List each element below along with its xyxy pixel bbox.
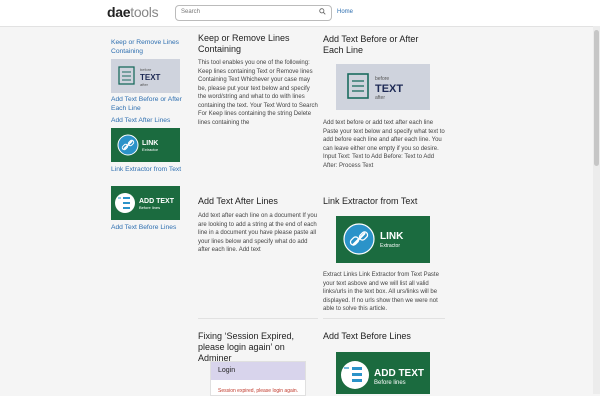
- thumb-add-text-before[interactable]: ADD TEXT Before lines: [111, 186, 180, 220]
- thumb-text-label: TEXT: [140, 73, 161, 82]
- logo-sub: tools: [130, 4, 159, 20]
- card-desc-link-extractor: Extract Links Link Extractor from Text P…: [323, 272, 439, 312]
- card-text-label: TEXT: [375, 83, 403, 95]
- search-icon[interactable]: [319, 8, 326, 15]
- card-title-session-expired[interactable]: Fixing ‘Session Expired, please login ag…: [198, 331, 316, 364]
- sidebar-item-add-before[interactable]: Add Text Before Lines: [111, 223, 186, 232]
- login-preview-error: Session expired, please login again.: [218, 388, 299, 394]
- thumb-after-label: after: [140, 82, 149, 87]
- card-extractor-label: Extractor: [380, 243, 400, 249]
- thumb-addtext-label: ADD TEXT: [139, 198, 175, 205]
- sidebar-item-keep-remove[interactable]: Keep or Remove Lines Containing: [111, 38, 186, 56]
- sidebar-item-add-after[interactable]: Add Text After Lines: [111, 116, 186, 125]
- card-image-link-extractor[interactable]: LINK Extractor: [336, 216, 430, 263]
- logo-main: dae: [107, 4, 131, 20]
- thumb-beforelines-label: Before lines: [139, 205, 160, 210]
- sidebar-item-add-before-after[interactable]: Add Text Before or After Each Line: [111, 95, 186, 113]
- card-desc-add-after: Add text after each line on a document I…: [198, 213, 318, 253]
- card-title-add-before[interactable]: Add Text Before Lines: [323, 331, 441, 342]
- card-after-label: after: [375, 95, 385, 101]
- login-preview-header: Login: [211, 362, 305, 380]
- login-preview-title: Login: [218, 367, 236, 374]
- home-link[interactable]: Home: [337, 9, 353, 15]
- thumb-before-after[interactable]: before TEXT after: [111, 59, 180, 93]
- card-image-add-before[interactable]: ADD TEXT Before lines: [336, 352, 430, 394]
- thumb-link-extractor[interactable]: LINK Extractor: [111, 128, 180, 162]
- card-before-label: before: [375, 76, 389, 82]
- logo[interactable]: daetools: [107, 4, 159, 20]
- divider: [198, 318, 318, 319]
- search-placeholder: Search: [181, 9, 201, 15]
- divider: [323, 318, 445, 319]
- scrollbar[interactable]: [593, 26, 600, 394]
- card-title-add-before-after[interactable]: Add Text Before or After Each Line: [323, 34, 441, 56]
- thumb-before-label: before: [140, 67, 152, 72]
- card-link-label: LINK: [380, 231, 404, 242]
- login-preview-image[interactable]: Login Session expired, please login agai…: [210, 361, 306, 396]
- card-title-add-after[interactable]: Add Text After Lines: [198, 196, 316, 207]
- top-header: daetools Search Home: [0, 0, 600, 27]
- search-input[interactable]: Search: [175, 5, 332, 21]
- card-image-before-after[interactable]: before TEXT after: [336, 64, 430, 110]
- scrollbar-thumb[interactable]: [594, 30, 599, 166]
- thumb-extractor-label: Extractor: [142, 147, 159, 152]
- thumb-link-label: LINK: [142, 140, 158, 147]
- card-desc-add-before-after: Add text before or add text after each l…: [323, 120, 445, 169]
- card-addtext-label: ADD TEXT: [374, 368, 424, 379]
- card-title-link-extractor[interactable]: Link Extractor from Text: [323, 196, 441, 207]
- card-desc-keep-remove: This tool enables you one of the followi…: [198, 60, 318, 126]
- card-title-keep-remove[interactable]: Keep or Remove Lines Containing: [198, 33, 316, 55]
- card-beforelines-label: Before lines: [374, 380, 406, 386]
- sidebar-item-link-extractor[interactable]: Link Extractor from Text: [111, 165, 186, 174]
